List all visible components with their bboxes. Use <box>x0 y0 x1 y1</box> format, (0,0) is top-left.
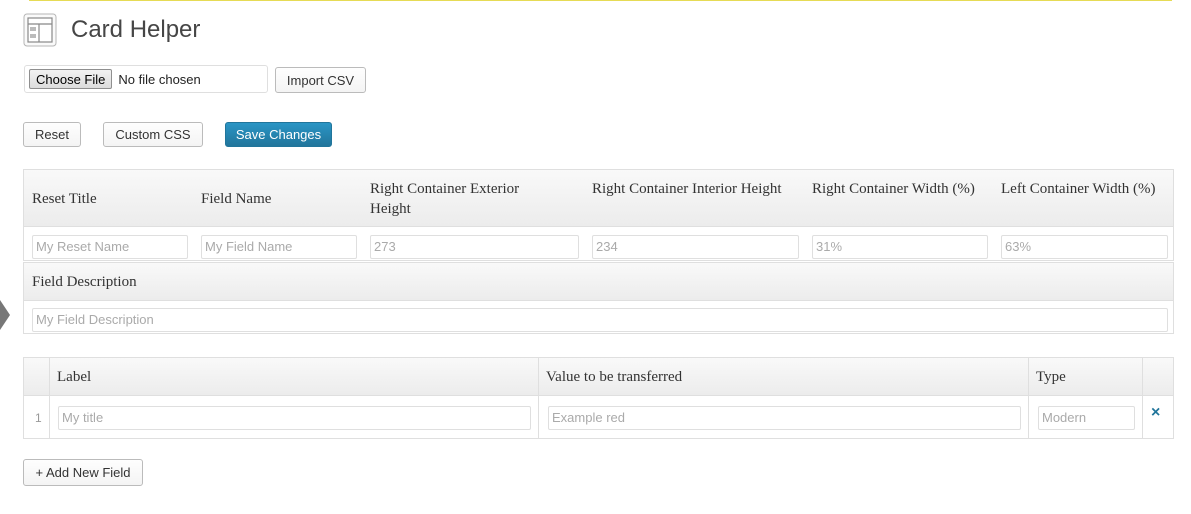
column-divider <box>1028 358 1029 438</box>
close-icon[interactable]: × <box>1151 405 1160 421</box>
import-csv-button[interactable]: Import CSV <box>275 67 366 93</box>
choose-file-button[interactable]: Choose File <box>29 69 113 89</box>
value-column-header: Value to be transferred <box>546 369 683 385</box>
reset-button[interactable]: Reset <box>23 122 81 147</box>
right-exterior-height-input[interactable]: 273 <box>370 235 579 259</box>
description-header-row <box>24 263 1173 301</box>
right-width-header: Right Container Width (%) <box>812 181 975 197</box>
right-interior-height-header: Right Container Interior Height <box>592 181 782 197</box>
notice-border <box>29 0 1172 1</box>
description-panel: Field Description My Field Description <box>23 262 1174 334</box>
left-width-header: Left Container Width (%) <box>1001 181 1156 197</box>
field-name-header: Field Name <box>201 191 272 207</box>
save-changes-button[interactable]: Save Changes <box>225 122 332 147</box>
right-exterior-height-header: Right Container Exterior Height <box>370 181 520 217</box>
settings-panel: Reset Title Field Name Right Container E… <box>23 169 1174 261</box>
collapse-arrow-icon[interactable] <box>0 300 10 330</box>
column-divider <box>1142 358 1143 438</box>
reset-title-header: Reset Title <box>32 191 97 207</box>
right-interior-height-input[interactable]: 234 <box>592 235 799 259</box>
page-title: Card Helper <box>71 16 201 43</box>
reset-title-input[interactable]: My Reset Name <box>32 235 188 259</box>
type-input[interactable]: Modern <box>1038 406 1135 430</box>
column-divider <box>538 358 539 438</box>
type-column-header: Type <box>1036 369 1066 385</box>
custom-css-button[interactable]: Custom CSS <box>103 122 203 147</box>
left-width-input[interactable]: 63% <box>1001 235 1168 259</box>
row-number: 1 <box>35 411 42 425</box>
file-status: No file chosen <box>118 71 201 87</box>
fields-table: Label Value to be transferred Type 1 My … <box>23 357 1174 439</box>
value-input[interactable]: Example red <box>548 406 1021 430</box>
settings-page-icon <box>23 13 57 47</box>
column-divider <box>49 358 50 438</box>
label-input[interactable]: My title <box>58 406 531 430</box>
page-header: Card Helper <box>23 13 200 47</box>
file-upload[interactable]: Choose File No file chosen <box>24 65 268 93</box>
add-new-field-button[interactable]: + Add New Field <box>23 459 143 486</box>
label-column-header: Label <box>57 369 92 385</box>
field-name-input[interactable]: My Field Name <box>201 235 357 259</box>
field-description-input[interactable]: My Field Description <box>32 308 1168 332</box>
right-width-input[interactable]: 31% <box>812 235 988 259</box>
field-description-header: Field Description <box>32 274 137 290</box>
